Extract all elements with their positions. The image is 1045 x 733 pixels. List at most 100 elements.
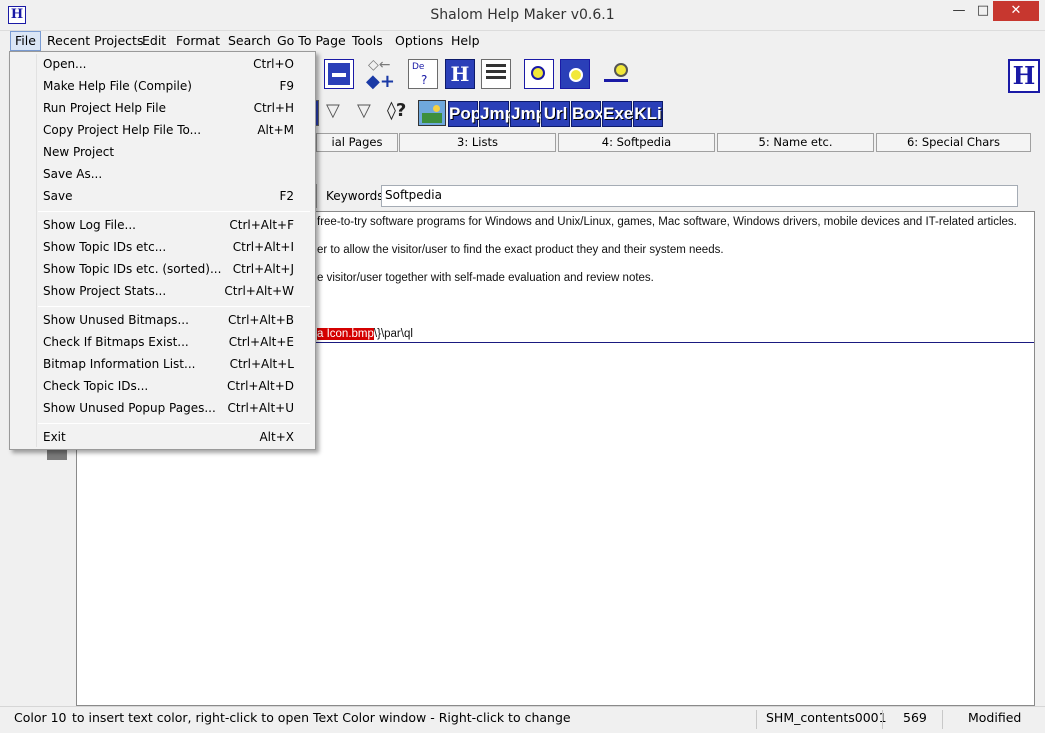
menu-item-show-unused-bitmaps[interactable]: Show Unused Bitmaps... Ctrl+Alt+B <box>11 309 314 331</box>
menu-search[interactable]: Search <box>224 31 275 51</box>
editor-line-2: er to allow the visitor/user to find the… <box>317 244 724 256</box>
menu-item-check-topic-ids[interactable]: Check Topic IDs... Ctrl+Alt+D <box>11 375 314 397</box>
title-bar: H Shalom Help Maker v0.6.1 — □ ✕ <box>0 0 1045 31</box>
menu-item-show-unused-popup-pages[interactable]: Show Unused Popup Pages... Ctrl+Alt+U <box>11 397 314 419</box>
menu-item-shortcut: F2 <box>279 189 294 203</box>
menu-separator <box>38 306 310 307</box>
menu-item-show-topic-ids[interactable]: Show Topic IDs etc... Ctrl+Alt+I <box>11 236 314 258</box>
editor-line-4: a Icon.bmp\}\par\ql <box>317 328 413 340</box>
filter-icon[interactable]: ▽ <box>326 100 354 128</box>
status-topic-id: SHM_contents0001 <box>766 710 887 725</box>
close-button[interactable]: ✕ <box>993 1 1039 21</box>
menu-item-new-project[interactable]: New Project <box>11 141 314 163</box>
exe-button[interactable]: Exe <box>602 101 633 127</box>
page-list-icon[interactable] <box>481 59 511 89</box>
menu-item-save-as[interactable]: Save As... <box>11 163 314 185</box>
menu-item-shortcut: Ctrl+Alt+D <box>227 379 294 393</box>
menu-options[interactable]: Options <box>391 31 447 51</box>
menu-item-shortcut: Alt+M <box>257 123 294 137</box>
maximize-button[interactable]: □ <box>973 1 993 21</box>
menu-item-shortcut: Ctrl+Alt+J <box>232 262 294 276</box>
menu-item-label: Show Log File... <box>43 218 136 232</box>
menu-item-shortcut: Ctrl+Alt+E <box>228 335 294 349</box>
help-logo-icon: H <box>1008 59 1040 93</box>
keywords-divider <box>316 184 317 208</box>
tab-lists[interactable]: 3: Lists <box>399 133 556 152</box>
menu-recent-projects[interactable]: Recent Projects <box>43 31 147 51</box>
menu-item-shortcut: Ctrl+Alt+I <box>232 240 294 254</box>
menu-item-label: Show Topic IDs etc... <box>43 240 167 254</box>
menu-item-label: Check If Bitmaps Exist... <box>43 335 189 349</box>
menu-file[interactable]: File <box>10 31 41 51</box>
menu-edit[interactable]: Edit <box>138 31 170 51</box>
save-disk-icon[interactable] <box>324 59 354 89</box>
menu-item-show-log-file[interactable]: Show Log File... Ctrl+Alt+F <box>11 214 314 236</box>
insert-picture-icon[interactable] <box>418 100 446 126</box>
menu-item-label: Copy Project Help File To... <box>43 123 202 137</box>
menu-item-show-topic-ids-sorted[interactable]: Show Topic IDs etc. (sorted)... Ctrl+Alt+… <box>11 258 314 280</box>
menu-item-label: New Project <box>43 145 115 159</box>
menu-item-label: Save <box>43 189 73 203</box>
menu-item-label: Save As... <box>43 167 103 181</box>
menu-item-copy-project-help-file[interactable]: Copy Project Help File To... Alt+M <box>11 119 314 141</box>
editor-line-3: e visitor/user together with self-made e… <box>317 272 654 284</box>
menu-item-shortcut: Ctrl+Alt+W <box>224 284 294 298</box>
menu-help[interactable]: Help <box>447 31 484 51</box>
keywords-label: Keywords: <box>326 189 388 203</box>
pop-button[interactable]: Pop <box>448 101 481 127</box>
menu-item-shortcut: Alt+X <box>259 430 294 444</box>
menu-item-label: Show Unused Popup Pages... <box>43 401 216 415</box>
menu-item-label: Bitmap Information List... <box>43 357 196 371</box>
tab-name-etc[interactable]: 5: Name etc. <box>717 133 874 152</box>
tab-special-chars[interactable]: 6: Special Chars <box>876 133 1031 152</box>
menu-format[interactable]: Format <box>172 31 224 51</box>
jmp-underline-button[interactable]: Jmp <box>510 101 546 127</box>
jmp-button[interactable]: Jmp <box>479 101 515 127</box>
menu-item-label: Make Help File (Compile) <box>43 79 192 93</box>
tab-softpedia[interactable]: 4: Softpedia <box>558 133 715 152</box>
menu-item-shortcut: F9 <box>279 79 294 93</box>
status-separator <box>756 710 757 729</box>
menu-item-exit[interactable]: Exit Alt+X <box>11 426 314 448</box>
menu-item-check-bitmaps-exist[interactable]: Check If Bitmaps Exist... Ctrl+Alt+E <box>11 331 314 353</box>
menu-item-label: Show Topic IDs etc. (sorted)... <box>43 262 222 276</box>
find-topic-icon[interactable] <box>524 59 554 89</box>
file-menu-dropdown: Open... Ctrl+O Make Help File (Compile) F9… <box>9 51 316 450</box>
menu-item-label: Run Project Help File <box>43 101 166 115</box>
menu-item-shortcut: Ctrl+Alt+L <box>229 357 294 371</box>
kli-button[interactable]: KLi <box>633 101 663 127</box>
help-h-icon[interactable]: H <box>445 59 475 89</box>
find-key-icon[interactable] <box>560 59 590 89</box>
menu-item-label: Show Project Stats... <box>43 284 167 298</box>
menu-item-make-help-file[interactable]: Make Help File (Compile) F9 <box>11 75 314 97</box>
menu-item-open[interactable]: Open... Ctrl+O <box>11 53 314 75</box>
menu-go-to-page[interactable]: Go To Page <box>273 31 350 51</box>
menu-item-show-project-stats[interactable]: Show Project Stats... Ctrl+Alt+W <box>11 280 314 302</box>
box-button[interactable]: Box <box>571 101 604 127</box>
menu-item-run-project-help-file[interactable]: Run Project Help File Ctrl+H <box>11 97 314 119</box>
status-separator <box>942 710 943 729</box>
menu-tools[interactable]: Tools <box>348 31 387 51</box>
menu-item-shortcut: Ctrl+Alt+B <box>228 313 294 327</box>
status-modified: Modified <box>968 710 1022 725</box>
keywords-input[interactable]: Softpedia <box>381 185 1018 207</box>
status-color: Color 10 <box>14 710 67 725</box>
menu-item-shortcut: Ctrl+Alt+U <box>227 401 295 415</box>
move-arrows-icon[interactable]: ◇← ◆+ <box>366 57 400 92</box>
status-separator <box>882 710 883 729</box>
key-tree-icon[interactable] <box>600 57 636 93</box>
menu-bar: File Recent Projects Edit Format Search … <box>0 31 1045 51</box>
rtf-code-tail: \}\par\ql <box>373 328 413 340</box>
tab-special-pages[interactable]: ial Pages <box>316 133 398 152</box>
menu-item-bitmap-information-list[interactable]: Bitmap Information List... Ctrl+Alt+L <box>11 353 314 375</box>
editor-line-1: free-to-try software programs for Window… <box>317 216 1017 228</box>
url-button[interactable]: Url <box>541 101 570 127</box>
menu-item-label: Exit <box>43 430 66 444</box>
filter-down-icon[interactable]: ▽ <box>357 100 385 128</box>
page-def-icon[interactable]: De ? <box>408 59 438 89</box>
status-hint: to insert text color, right-click to ope… <box>72 710 571 725</box>
menu-item-save[interactable]: Save F2 <box>11 185 314 207</box>
help-query-icon[interactable]: ◊? <box>387 100 415 128</box>
menu-separator <box>38 423 310 424</box>
minimize-button[interactable]: — <box>945 1 973 21</box>
